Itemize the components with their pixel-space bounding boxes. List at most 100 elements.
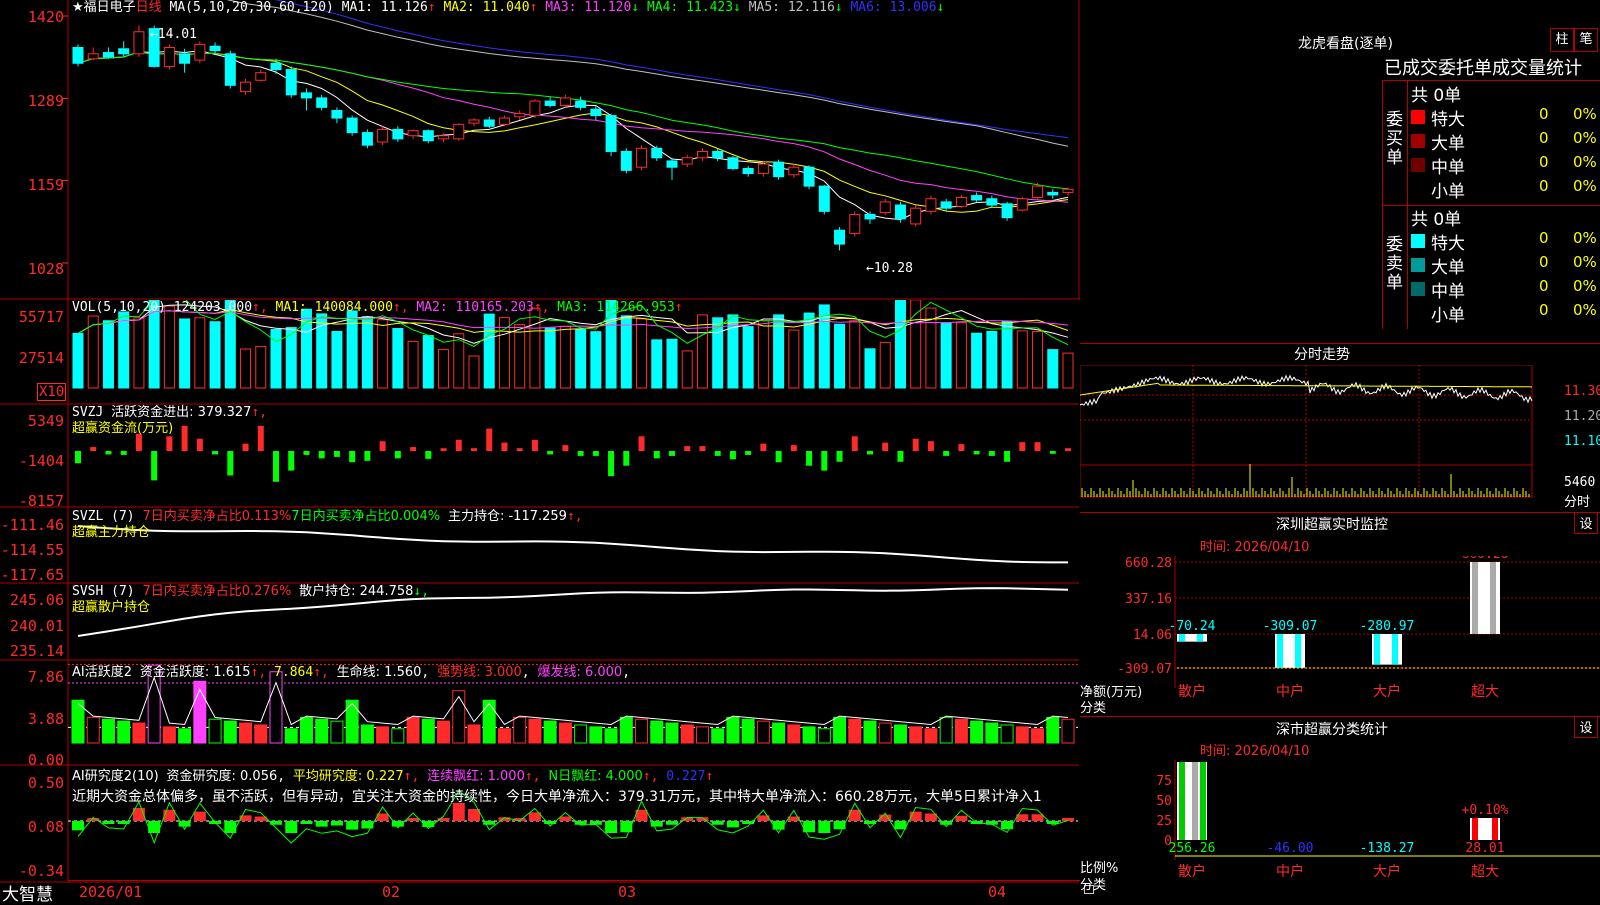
- order-pct: 0%: [1573, 129, 1597, 147]
- fund-flow-bar: [714, 451, 721, 456]
- sz-settings-button[interactable]: 设: [1574, 512, 1598, 534]
- activity-bar: [970, 720, 984, 744]
- activity-bar: [924, 728, 938, 744]
- activity-bar: [650, 720, 664, 744]
- candle-body: [87, 53, 99, 60]
- intraday-unit: 分时: [1564, 495, 1591, 510]
- activity-bar: [101, 718, 115, 744]
- sh-value: 256.26: [1169, 841, 1216, 856]
- candle-body: [468, 119, 480, 124]
- activity-bar: [284, 728, 298, 744]
- sh-bar-stripe: [1492, 818, 1498, 840]
- stock-title[interactable]: ★福日电子: [72, 0, 136, 15]
- volume-bar: [468, 355, 480, 389]
- order-row: 大单 0 0%: [1409, 129, 1600, 154]
- volume-bar: [1032, 330, 1044, 389]
- volume-bar: [742, 326, 754, 389]
- sz-bar-stripe: [1179, 634, 1185, 642]
- sz-bar-stripe: [1295, 634, 1301, 668]
- ma-value: MA1: 11.126: [341, 0, 428, 15]
- intraday-chart[interactable]: [1080, 365, 1600, 510]
- ma-arrow: ↓: [834, 0, 843, 15]
- volume-bar: [986, 330, 998, 389]
- fund-flow-bar: [1034, 442, 1041, 451]
- svsh-holding: 散户持仓: 244.758: [299, 584, 414, 599]
- fund-flow-bar: [547, 451, 554, 455]
- candle-body: [224, 53, 236, 86]
- activity-bar: [254, 724, 268, 744]
- low-price-label: ←10.28: [866, 261, 913, 276]
- candle-body: [620, 150, 632, 171]
- candle-body: [331, 110, 343, 119]
- research-bar: [102, 821, 115, 824]
- fund-flow-bar: [912, 438, 919, 451]
- volume-bar: [118, 311, 130, 389]
- volume-bar: [102, 320, 114, 389]
- activity-line: [77, 676, 1069, 726]
- sz-bar: [1275, 634, 1305, 668]
- ai1-y-tick: 7.86: [27, 668, 64, 686]
- fund-flow-bar: [760, 443, 767, 451]
- sz-bar-stripe: [1374, 634, 1380, 665]
- ai1-value2: 7.864: [274, 665, 314, 680]
- sz-y-tick: 14.06: [1133, 628, 1172, 643]
- candle-body: [194, 43, 206, 61]
- sh-bar-stripe: [1472, 818, 1478, 840]
- fund-flow-bar: [105, 451, 112, 455]
- candle-body: [910, 207, 922, 225]
- candlestick-chart[interactable]: [0, 0, 1080, 300]
- right-panel: 龙虎看盘(逐单) 柱 笔 已成交委托单成交量统计 委买单 委卖单 共 0单 共 …: [1080, 0, 1600, 900]
- candle-body: [681, 157, 693, 165]
- order-type: 大单: [1431, 258, 1465, 278]
- color-swatch: [1411, 158, 1425, 172]
- volume-bar: [361, 316, 373, 389]
- volume-bar: [834, 323, 846, 389]
- svzj-y-tick: 5349: [27, 412, 64, 430]
- activity-bar: [589, 726, 603, 744]
- svzj-y-tick: -1404: [18, 452, 64, 470]
- order-row: 小单 0 0%: [1409, 177, 1600, 202]
- order-pct: 0%: [1573, 177, 1597, 195]
- activity-bar: [543, 720, 557, 744]
- volume-bar: [559, 325, 571, 389]
- fund-flow-bar: [120, 451, 127, 455]
- sz-bar: [1470, 562, 1500, 634]
- sell-total: 共 0单: [1411, 210, 1462, 230]
- activity-bar: [376, 726, 390, 744]
- research-bar: [666, 821, 678, 825]
- research-bar: [711, 821, 724, 825]
- bar-mode-button[interactable]: 柱: [1550, 28, 1574, 52]
- sz-bar-stripe: [1472, 562, 1478, 634]
- fund-flow-bar: [775, 451, 782, 463]
- volume-chart[interactable]: [0, 300, 1080, 405]
- fund-flow-bar: [471, 448, 477, 451]
- svzl-y-tick: -114.55: [0, 541, 64, 559]
- activity-bar: [86, 716, 100, 744]
- ai2-research: 资金研究度: 0.056: [166, 769, 278, 784]
- svsh-ratio: 7日内买卖净占比0.276%: [142, 584, 292, 599]
- activity-bar: [954, 718, 968, 744]
- tick-mode-button[interactable]: 笔: [1574, 28, 1598, 52]
- sh-value: -138.27: [1360, 841, 1415, 856]
- sz-bar-chart[interactable]: 660.28 337.16 14.06 -309.07 -70.24 散户 -309.07 中…: [1080, 556, 1600, 716]
- sh-bar-chart[interactable]: 7550250+0.10%256.26散户-46.00中户-138.27大户28…: [1080, 760, 1600, 900]
- candle-body: [102, 52, 114, 58]
- svzj-value: 活跃资金进出: 379.327: [111, 405, 252, 420]
- ma-arrow: ↓: [936, 0, 945, 15]
- candle-body: [133, 31, 145, 55]
- fund-flow-bar: [623, 451, 630, 466]
- fund-flow-bar: [501, 442, 508, 451]
- sz-y-tick: 660.28: [1125, 556, 1172, 571]
- candle-body: [849, 213, 861, 234]
- fund-flow-bar: [1065, 448, 1071, 451]
- sh-settings-button[interactable]: 设: [1574, 716, 1598, 738]
- ai1-name: AI活跃度2: [72, 665, 132, 680]
- candle-body: [955, 196, 967, 207]
- candle-body: [894, 204, 906, 220]
- period-label[interactable]: 日线: [136, 0, 162, 15]
- activity-bar: [726, 716, 740, 744]
- candle-body: [803, 166, 815, 187]
- y-tick: 1028: [27, 260, 64, 278]
- ma-value: MA2: 11.040: [435, 0, 530, 15]
- order-count: 0: [1539, 153, 1549, 171]
